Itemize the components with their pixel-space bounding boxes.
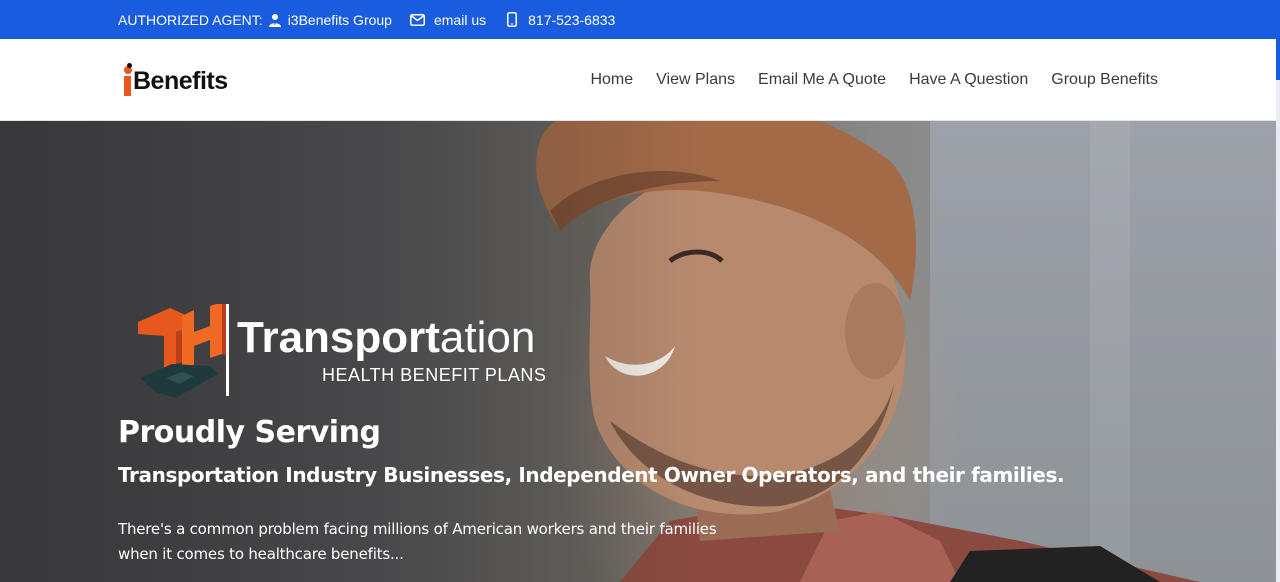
- email-label[interactable]: email us: [434, 12, 486, 28]
- user-tie-icon: [267, 12, 283, 28]
- agent-name[interactable]: i3Benefits Group: [288, 12, 392, 28]
- hero-banner: Transportation HEALTH BENEFIT PLANS Prou…: [0, 121, 1276, 582]
- envelope-icon: [410, 12, 426, 28]
- ibenefits-logo[interactable]: Benefits: [122, 62, 228, 96]
- phone-number[interactable]: 817-523-6833: [528, 12, 615, 28]
- agent-label: AUTHORIZED AGENT:: [118, 11, 263, 28]
- nav-have-question[interactable]: Have A Question: [909, 71, 1028, 89]
- hero-subheading: Transportation Industry Businesses, Inde…: [118, 463, 1065, 487]
- hero-heading: Proudly Serving: [118, 415, 381, 450]
- phone-link[interactable]: 817-523-6833: [504, 12, 615, 28]
- thb-brand-title: Transportation: [237, 313, 536, 362]
- page-scrollbar[interactable]: [1276, 0, 1280, 582]
- page-scrollbar-thumb[interactable]: [1276, 0, 1280, 80]
- site-header: Benefits Home View Plans Email Me A Quot…: [0, 39, 1276, 121]
- email-link[interactable]: email us: [410, 12, 486, 28]
- hero-body-text: There's a common problem facing millions…: [118, 520, 717, 563]
- mobile-phone-icon: [504, 12, 520, 28]
- main-nav: Home View Plans Email Me A Quote Have A …: [567, 39, 1158, 121]
- logo-text: Benefits: [133, 67, 228, 95]
- logo-i-mark: [122, 63, 132, 96]
- nav-email-quote[interactable]: Email Me A Quote: [758, 71, 886, 89]
- nav-home[interactable]: Home: [590, 71, 633, 89]
- authorized-agent: AUTHORIZED AGENT: i3Benefits Group: [118, 12, 392, 28]
- thb-brand-subtitle: HEALTH BENEFIT PLANS: [322, 365, 547, 385]
- nav-group-benefits[interactable]: Group Benefits: [1051, 71, 1158, 89]
- nav-view-plans[interactable]: View Plans: [656, 71, 735, 89]
- top-info-bar: AUTHORIZED AGENT: i3Benefits Group email…: [0, 0, 1276, 39]
